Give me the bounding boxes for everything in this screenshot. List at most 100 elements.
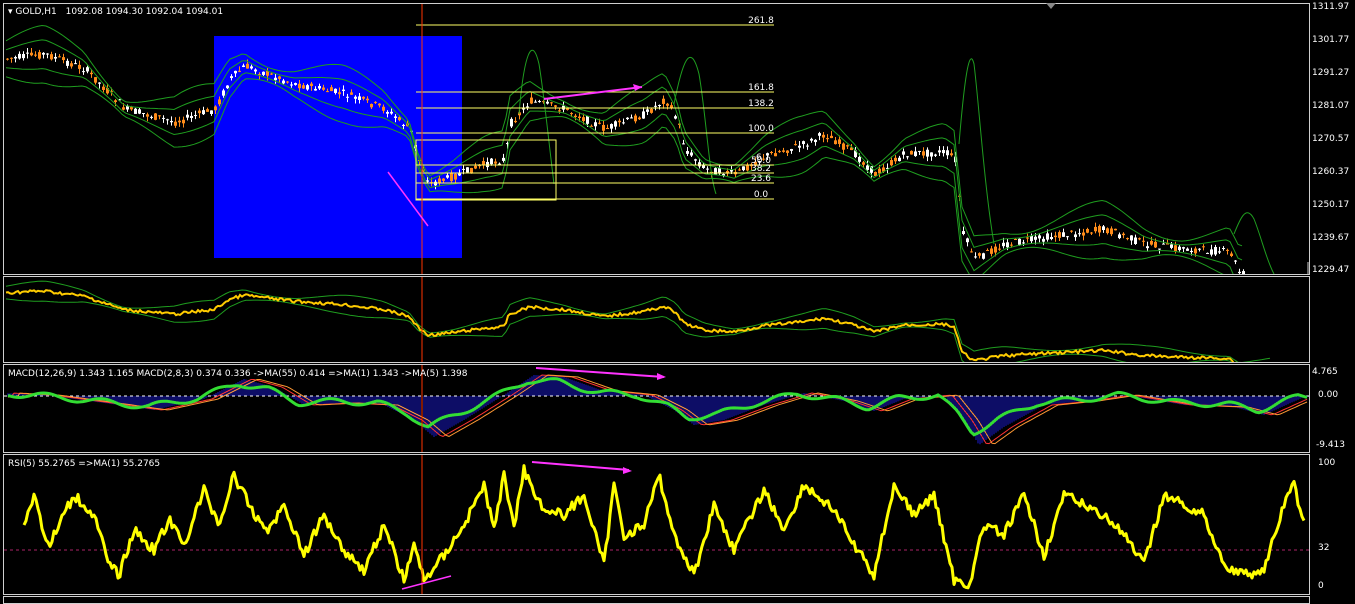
- price-tick: 1239.67: [1312, 233, 1350, 243]
- rsi-tick: 100: [1318, 458, 1336, 468]
- candle-body: [622, 122, 625, 124]
- price-tick: 1229.47: [1312, 265, 1350, 275]
- price-chart-pane[interactable]: 261.8 161.8 138.2 100.0 50.0 38.2 23.6 0.0 6 ▾ G…: [3, 3, 1310, 275]
- candle-body: [674, 116, 677, 119]
- candle-body: [346, 96, 349, 98]
- candle-body: [694, 159, 697, 161]
- candle-body: [862, 162, 865, 165]
- candle-body: [1218, 251, 1221, 253]
- candle-body: [530, 97, 533, 104]
- candle-body: [590, 125, 593, 127]
- candle-body: [218, 99, 221, 105]
- macd-tick: 0.00: [1318, 390, 1339, 400]
- candle-body: [10, 57, 13, 59]
- candle-body: [610, 124, 613, 129]
- candle-body: [178, 120, 181, 123]
- candle-body: [386, 111, 389, 114]
- overlay-indicator-pane[interactable]: [3, 276, 1310, 363]
- fibonacci-level-label: 161.8: [748, 83, 774, 93]
- price-tick: 1270.57: [1312, 134, 1350, 144]
- chart-title: ▾ GOLD,H1 1092.08 1094.30 1092.04 1094.0…: [8, 7, 223, 17]
- candle-body: [782, 150, 785, 152]
- macd-signal-line: [8, 374, 1308, 445]
- candle-body: [606, 128, 609, 130]
- symbol-label: GOLD,H1: [15, 7, 57, 17]
- candle-body: [1214, 247, 1217, 255]
- candle-body: [1242, 271, 1245, 274]
- macd-tick: 4.765: [1312, 367, 1338, 377]
- fibonacci-level-label: 138.2: [748, 99, 774, 109]
- candle-body: [290, 84, 293, 86]
- arrow-head-icon: [657, 373, 666, 380]
- candle-body: [1006, 242, 1009, 248]
- candle-body: [1106, 228, 1109, 234]
- candle-body: [570, 113, 573, 115]
- scroll-marker-icon[interactable]: [1046, 3, 1056, 9]
- candle-body: [1026, 237, 1029, 239]
- candle-body: [466, 167, 469, 173]
- candle-body: [1146, 246, 1149, 249]
- bollinger-band-line: [5, 67, 1234, 274]
- candle-body: [318, 86, 321, 89]
- divergence-trendline: [531, 461, 630, 471]
- candle-body: [586, 116, 589, 124]
- candle-body: [38, 52, 41, 59]
- rsi-canvas: [4, 455, 1309, 594]
- candle-body: [70, 63, 73, 67]
- candle-body: [270, 73, 273, 75]
- candle-body: [366, 98, 369, 101]
- candle-body: [650, 108, 653, 113]
- candle-body: [462, 168, 465, 170]
- candle-body: [158, 115, 161, 117]
- candle-body: [918, 150, 921, 152]
- bollinger-band-line: [958, 58, 995, 245]
- candle-body: [494, 161, 497, 164]
- candle-body: [322, 87, 325, 90]
- candle-body: [1118, 234, 1121, 239]
- candle-body: [962, 231, 965, 235]
- candle-body: [130, 107, 133, 110]
- candle-body: [802, 141, 805, 145]
- candle-body: [1134, 237, 1137, 244]
- candle-body: [546, 101, 549, 104]
- candle-body: [538, 101, 541, 103]
- candle-body: [342, 89, 345, 91]
- candle-body: [618, 120, 621, 123]
- fibonacci-level-label: 100.0: [748, 124, 774, 134]
- bollinger-band-line: [5, 39, 1243, 261]
- candle-body: [66, 60, 69, 66]
- candle-body: [354, 96, 357, 99]
- candle-body: [822, 134, 825, 138]
- fibonacci-level-label: 38.2: [751, 164, 771, 174]
- candle-body: [1170, 244, 1173, 248]
- candle-body: [1034, 236, 1037, 240]
- rsi-pane[interactable]: RSI(5) 55.2765 =>MA(1) 55.2765: [3, 454, 1310, 595]
- candle-body: [378, 103, 381, 106]
- candle-body: [50, 54, 53, 60]
- candle-body: [1010, 244, 1013, 246]
- candle-body: [1226, 249, 1229, 251]
- arrow-head-icon: [623, 467, 632, 474]
- overlay-indicator-canvas: [5, 277, 1271, 362]
- candle-body: [230, 76, 233, 79]
- rsi-tick: 0: [1318, 581, 1324, 591]
- candle-body: [690, 152, 693, 156]
- candle-body: [1190, 250, 1193, 253]
- candle-body: [1206, 252, 1209, 254]
- fibonacci-level-label: 6: [756, 153, 762, 163]
- candle-body: [98, 82, 101, 84]
- candle-body: [906, 156, 909, 158]
- candle-body: [206, 109, 209, 112]
- candle-body: [234, 70, 237, 74]
- macd-axis: [1309, 364, 1355, 451]
- candle-body: [1070, 230, 1073, 232]
- macd-pane[interactable]: MACD(12,26,9) 1.343 1.165 MACD(2,8,3) 0.…: [3, 364, 1310, 453]
- candle-body: [774, 153, 777, 157]
- candle-body: [1054, 235, 1057, 238]
- candle-body: [1086, 229, 1089, 233]
- dropdown-arrow-icon[interactable]: ▾: [8, 7, 13, 17]
- candle-body: [1018, 238, 1021, 245]
- candle-body: [446, 175, 449, 178]
- candle-body: [578, 116, 581, 119]
- price-tick: 1291.27: [1312, 68, 1350, 78]
